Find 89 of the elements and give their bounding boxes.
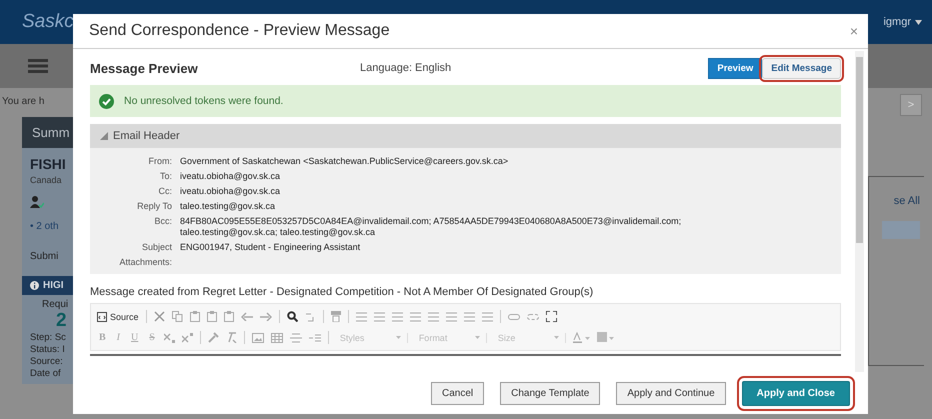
field-label: Subject (140, 242, 173, 252)
paragraph-icon[interactable] (330, 311, 341, 322)
info-icon (30, 281, 39, 290)
caret-icon (554, 336, 559, 339)
text-lines-icon[interactable] (374, 312, 385, 322)
detail-text: Step: Sc (30, 332, 66, 344)
text-style-button[interactable]: S (147, 332, 157, 343)
text-style-button[interactable]: B (97, 332, 108, 343)
submit-label: Submi (30, 251, 58, 262)
clipboard-icon[interactable] (224, 311, 234, 322)
text-lines-icon[interactable] (410, 312, 421, 322)
caret-icon (396, 336, 401, 339)
text-lines-icon[interactable] (446, 312, 457, 322)
text-color-icon[interactable] (572, 332, 590, 343)
next-button[interactable]: > (900, 94, 922, 116)
field-value: taleo.testing@gov.sk.ca (180, 201, 276, 212)
superscript-icon[interactable] (182, 332, 193, 342)
scrollbar[interactable] (855, 51, 864, 372)
dialog-button[interactable]: Apply and Continue (616, 382, 726, 404)
language-text: Language: English (360, 62, 452, 74)
background-color-icon[interactable] (596, 332, 614, 343)
field-value: ENG001947, Student - Engineering Assistant (180, 242, 362, 253)
text-lines-icon[interactable] (482, 312, 493, 322)
undo-icon[interactable] (240, 312, 253, 321)
horizontal-line-icon[interactable] (290, 332, 302, 342)
dialog-button[interactable]: Change Template (500, 382, 600, 404)
field-value: iveatu.obioha@gov.sk.ca (180, 171, 282, 182)
redo-icon[interactable] (260, 312, 272, 321)
section-title: Email Header (113, 130, 180, 142)
requisition-label: Requi (41, 299, 68, 310)
field-label: From: (148, 156, 173, 166)
breadcrumb-text: You are h (2, 95, 44, 109)
menu-icon[interactable] (28, 59, 48, 73)
field-label: Attachments: (118, 257, 173, 267)
indent-icon[interactable] (308, 332, 321, 342)
field-label: To: (158, 171, 173, 181)
alert-text: No unresolved tokens were found. (124, 95, 284, 107)
text-lines-icon[interactable] (392, 312, 403, 322)
close-button[interactable]: × (850, 23, 858, 39)
field-value: Government of Saskatchewan <Saskatchewan.PublicService@careers.gov.sk.ca> (180, 156, 510, 167)
input-field[interactable] (882, 221, 920, 239)
clipboard-icon[interactable] (206, 311, 217, 322)
image-icon[interactable] (252, 332, 264, 342)
search-icon[interactable] (286, 311, 298, 322)
caret-icon (915, 20, 922, 24)
scrollbar-thumb[interactable] (856, 57, 863, 244)
source-button[interactable]: Source (97, 312, 139, 322)
document-icon (97, 312, 107, 322)
subscript-icon[interactable] (164, 332, 175, 342)
brush-icon[interactable] (208, 332, 219, 343)
text-style-button[interactable]: U (129, 332, 140, 343)
collapse-link[interactable]: se All (894, 195, 924, 207)
detail-text: Source: (30, 356, 63, 368)
field-label: Cc: (158, 186, 173, 196)
bullet-link[interactable]: • 2 oth (30, 221, 59, 232)
check-circle-icon (99, 94, 114, 108)
table-icon[interactable] (270, 332, 283, 342)
view-tab[interactable]: Preview (708, 58, 762, 78)
field-value: 84FB80AC095E55E8E053257D5C0A84EA@invalidemail.com; A75854AA5DE79943E040680A8A500E73@invalidemail.com; taleo.testing@gov.sk.ca; taleo.testing@gov.sk.ca (180, 216, 682, 238)
text-lines-icon[interactable] (428, 312, 439, 322)
card-subtitle: Canada (30, 175, 62, 185)
requisition-count: 2 (55, 310, 67, 332)
section-heading: Message Preview (90, 60, 199, 76)
field-value: iveatu.obioha@gov.sk.ca (180, 186, 282, 197)
section-header[interactable]: Email Header (90, 124, 841, 148)
text-lines-icon[interactable] (464, 312, 475, 322)
dialog-title: Send Correspondence - Preview Message (89, 22, 390, 40)
fullscreen-icon[interactable] (546, 311, 557, 322)
detail-text: Status: I (30, 344, 65, 356)
text-style-button[interactable]: I (114, 332, 122, 343)
logo-text: Saskc (22, 11, 74, 33)
section-title: HIGI (43, 280, 64, 291)
caret-icon (474, 336, 480, 339)
template-note: Message created from Regret Letter - Designated Competition - Not A Member Of Designated Group(s) (90, 286, 594, 298)
detail-text: Date of (30, 368, 61, 380)
text-lines-icon[interactable] (356, 312, 367, 322)
clipboard-icon[interactable] (190, 311, 200, 322)
scissors-icon[interactable] (154, 311, 165, 322)
unlink-icon[interactable] (526, 312, 539, 320)
person-check-icon (30, 196, 44, 208)
dialog-button[interactable]: Cancel (431, 382, 484, 404)
link-icon[interactable] (508, 312, 520, 320)
field-label: Reply To (136, 201, 173, 211)
clear-format-icon[interactable] (226, 332, 237, 343)
user-menu[interactable]: igmgr (883, 16, 922, 28)
style-dropdown[interactable]: Styles (336, 332, 408, 342)
copy-icon[interactable] (172, 311, 183, 322)
card-title: FISHI (30, 156, 66, 172)
field-label: Bcc: (153, 216, 173, 226)
